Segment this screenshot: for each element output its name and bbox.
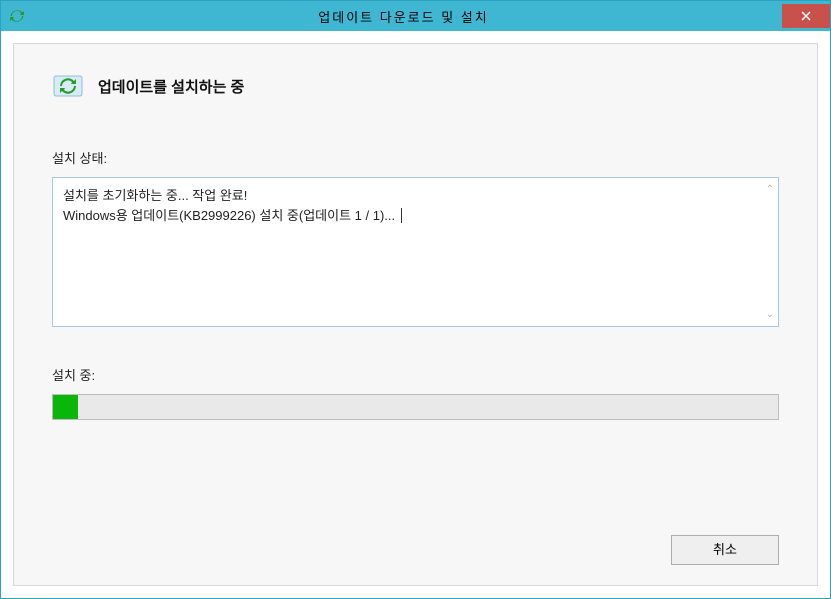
inner-panel: 업데이트를 설치하는 중 설치 상태: 설치를 초기화하는 중... 작업 완료… bbox=[13, 43, 818, 586]
scroll-down-icon: ⌄ bbox=[766, 307, 774, 322]
status-line: Windows용 업데이트(KB2999226) 설치 중(업데이트 1 / 1… bbox=[63, 206, 768, 226]
header-row: 업데이트를 설치하는 중 bbox=[52, 74, 779, 98]
cancel-button[interactable]: 취소 bbox=[671, 535, 779, 565]
progress-bar bbox=[52, 394, 779, 420]
progress-label: 설치 중: bbox=[52, 365, 779, 384]
titlebar: 업데이트 다운로드 및 설치 bbox=[1, 1, 830, 31]
install-icon bbox=[52, 74, 84, 98]
status-line: 설치를 초기화하는 중... 작업 완료! bbox=[63, 186, 768, 206]
close-button[interactable] bbox=[782, 4, 830, 28]
progress-fill bbox=[53, 395, 78, 419]
status-textbox[interactable]: 설치를 초기화하는 중... 작업 완료! Windows용 업데이트(KB29… bbox=[52, 177, 779, 327]
page-title: 업데이트를 설치하는 중 bbox=[98, 76, 244, 97]
content-area: 업데이트를 설치하는 중 설치 상태: 설치를 초기화하는 중... 작업 완료… bbox=[1, 31, 830, 598]
update-installer-window: 업데이트 다운로드 및 설치 업데이트를 설치하는 중 설치 상태: bbox=[0, 0, 831, 599]
status-label: 설치 상태: bbox=[52, 148, 779, 167]
button-row: 취소 bbox=[671, 535, 779, 565]
progress-section: 설치 중: bbox=[52, 365, 779, 420]
window-title: 업데이트 다운로드 및 설치 bbox=[25, 7, 782, 26]
update-icon bbox=[9, 8, 25, 24]
